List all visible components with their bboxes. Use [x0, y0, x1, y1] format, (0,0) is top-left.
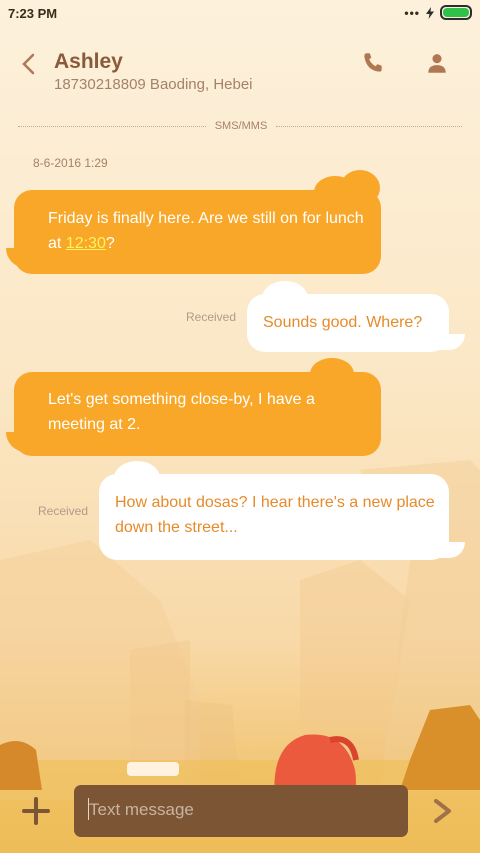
- send-icon[interactable]: [432, 798, 454, 824]
- message-bubble-sent[interactable]: Friday is finally here. Are we still on …: [6, 170, 381, 274]
- conversation-header: Ashley 18730218809 Baoding, Hebei: [0, 40, 480, 110]
- message-text: How about dosas? I hear there's a new pl…: [115, 494, 435, 536]
- bubble-puff: [340, 170, 380, 206]
- divider-line-right: [276, 126, 462, 127]
- channel-divider: SMS/MMS: [18, 120, 462, 132]
- received-status: Received: [186, 310, 237, 324]
- message-bubble-sent[interactable]: Let's get something close-by, I have a m…: [6, 358, 381, 456]
- divider-line-left: [18, 126, 206, 127]
- composer-bar: Text message: [0, 780, 480, 853]
- plus-icon[interactable]: [20, 795, 52, 827]
- contact-number-location: 18730218809 Baoding, Hebei: [54, 76, 253, 93]
- channel-label: SMS/MMS: [214, 120, 268, 132]
- charging-icon: [426, 6, 434, 19]
- message-input[interactable]: Text message: [74, 785, 408, 837]
- battery-icon: [440, 5, 472, 20]
- received-status: Received: [38, 504, 89, 518]
- message-text-part: ?: [105, 235, 115, 252]
- message-bubble-received[interactable]: How about dosas? I hear there's a new pl…: [99, 461, 465, 560]
- more-status-icon: •••: [404, 5, 420, 20]
- status-bar: 7:23 PM •••: [0, 0, 480, 28]
- message-text: Let's get something close-by, I have a m…: [48, 391, 315, 433]
- status-time: 7:23 PM: [8, 6, 58, 21]
- message-date: 8-6-2016 1:29: [33, 156, 108, 170]
- bubble-puff: [310, 358, 354, 390]
- message-text: Sounds good. Where?: [263, 314, 423, 331]
- message-bubble-received[interactable]: Sounds good. Where?: [247, 281, 465, 352]
- phone-icon[interactable]: [360, 50, 386, 76]
- back-icon[interactable]: [20, 52, 36, 80]
- contact-name: Ashley: [54, 50, 123, 73]
- message-input-placeholder: Text message: [89, 800, 194, 819]
- contact-icon[interactable]: [424, 50, 450, 76]
- status-icons: •••: [404, 5, 472, 20]
- time-link[interactable]: 12:30: [66, 235, 106, 252]
- message-text: Friday is finally here. Are we still on …: [48, 206, 368, 256]
